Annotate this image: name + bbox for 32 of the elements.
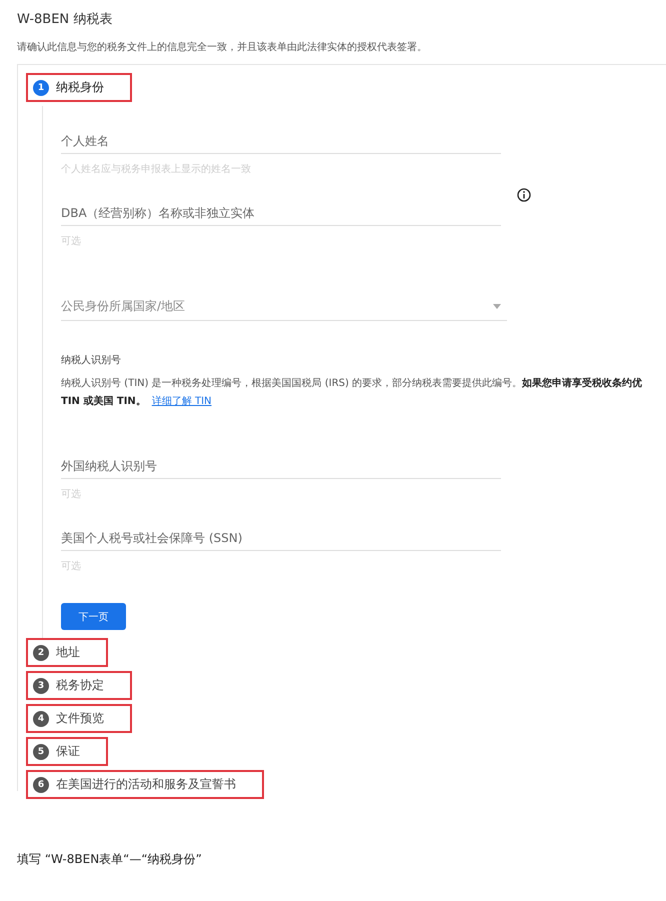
text-field[interactable]: 个人姓名 <box>61 130 501 154</box>
step-number: 6 <box>33 776 49 792</box>
step-header[interactable]: 4 文件预览 <box>26 704 132 733</box>
step-label: 地址 <box>56 644 80 661</box>
caption: 填写 “W-8BEN表单“—“纳税身份” <box>17 851 203 868</box>
select-field[interactable]: 公民身份所属国家/地区 <box>61 294 507 321</box>
step-number: 2 <box>33 644 49 660</box>
step-label: 在美国进行的活动和服务及宣誓书 <box>56 776 236 793</box>
step-label: 税务协定 <box>56 677 104 694</box>
dropdown-caret-icon <box>493 304 501 309</box>
text-field[interactable]: 美国个人税号或社会保障号 (SSN) <box>61 527 501 551</box>
text-field[interactable]: 外国纳税人识别号 <box>61 455 501 479</box>
form-subtitle: 请确认此信息与您的税务文件上的信息完全一致，并且该表单由此法律实体的授权代表签署。 <box>17 40 428 54</box>
text-field[interactable]: DBA（经营别称）名称或非独立实体 <box>61 202 501 226</box>
step-header[interactable]: 6 在美国进行的活动和服务及宣誓书 <box>26 770 264 799</box>
section-title: 纳税人识别号 <box>61 354 122 367</box>
form-title: W-8BEN 纳税表 <box>17 11 114 28</box>
step-header[interactable]: 1 纳税身份 <box>26 73 132 102</box>
step-header[interactable]: 2 地址 <box>26 638 108 667</box>
step-label: 保证 <box>56 743 80 760</box>
tin-description: 纳税人识别号 (TIN) 是一种税务处理编号，根据美国国税局 (IRS) 的要求，部分纳税表需要提供此编号。如果您申请享受税收条约优 TIN 或美国 TIN。 详细了解 TIN <box>61 376 644 409</box>
step-number: 3 <box>33 678 49 694</box>
step-number: 1 <box>33 80 49 96</box>
step-number: 4 <box>33 710 49 726</box>
learn-more-link[interactable]: 详细了解 TIN <box>152 396 212 407</box>
info-icon[interactable] <box>517 188 531 202</box>
step-header[interactable]: 5 保证 <box>26 737 108 766</box>
step-label: 文件预览 <box>56 710 104 727</box>
step-label: 纳税身份 <box>56 79 104 96</box>
next-button[interactable]: 下一页 <box>61 603 126 630</box>
step-header[interactable]: 3 税务协定 <box>26 671 132 700</box>
step-number: 5 <box>33 744 49 760</box>
